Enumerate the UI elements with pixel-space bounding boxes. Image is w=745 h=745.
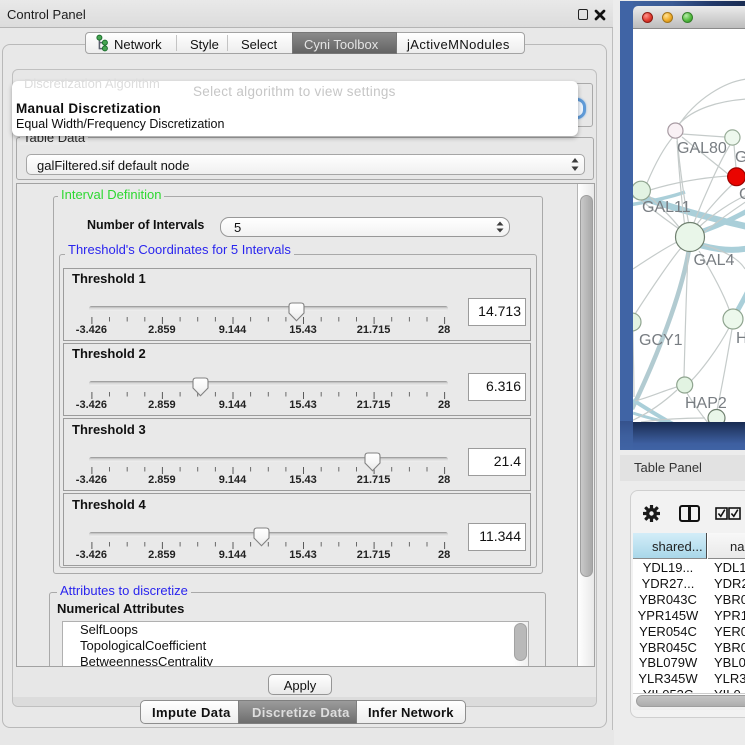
svg-text:GCY1: GCY1 xyxy=(639,332,683,349)
svg-text:HAP2: HAP2 xyxy=(685,395,727,412)
svg-text:GAL11: GAL11 xyxy=(642,199,691,216)
svg-text:GAL80: GAL80 xyxy=(677,140,727,157)
svg-text:H: H xyxy=(736,330,745,347)
svg-text:C: C xyxy=(739,186,745,203)
svg-text:GA: GA xyxy=(735,149,745,166)
svg-text:GAL4: GAL4 xyxy=(694,252,735,269)
